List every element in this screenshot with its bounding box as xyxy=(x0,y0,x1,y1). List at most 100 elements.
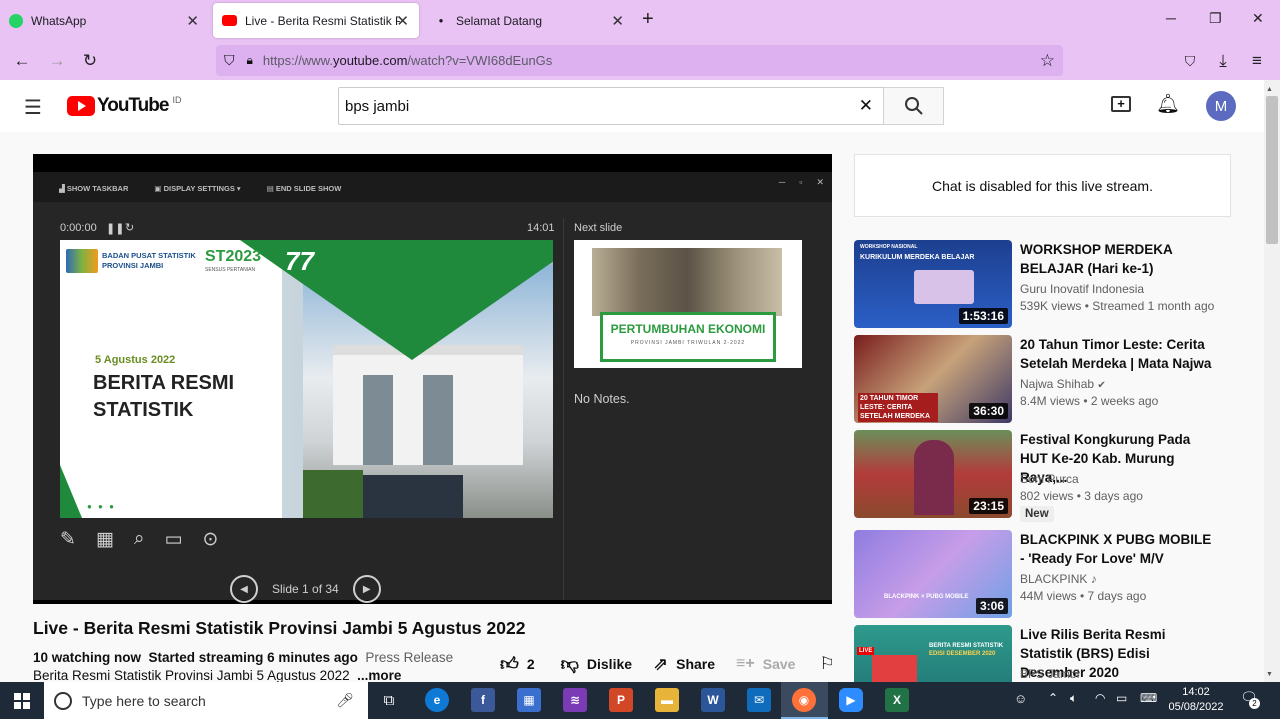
video-tag[interactable]: Press Release xyxy=(365,650,453,665)
recommended-video[interactable]: LIVE BERITA RESMI STATISTIK EDISI DESEMB… xyxy=(854,625,1254,682)
scroll-up-icon[interactable]: ▲ xyxy=(1266,86,1273,93)
channel-name[interactable]: BPS Jambi xyxy=(1020,667,1079,681)
microphone-icon[interactable]: 🎤︎ xyxy=(336,692,354,709)
powerpoint-icon[interactable]: P xyxy=(609,688,633,712)
close-tab-icon[interactable]: ✕ xyxy=(611,12,624,30)
scrollbar-thumb[interactable] xyxy=(1266,96,1278,244)
share-button[interactable]: ⇗ Share xyxy=(653,654,715,675)
duration-badge: 36:30 xyxy=(969,403,1008,419)
download-icon[interactable]: ⤓ xyxy=(1211,49,1235,73)
window-close-icon[interactable]: ✕ xyxy=(1252,10,1264,27)
bookmark-star-icon[interactable]: ☆ xyxy=(1040,51,1055,71)
tray-chevron-icon[interactable]: ⌃ xyxy=(1048,691,1058,705)
notifications-bell-icon[interactable]: 🔔︎ xyxy=(1156,92,1180,116)
channel-name[interactable]: Guru Inovatif Indonesia xyxy=(1020,282,1144,296)
video-player[interactable]: ▟ SHOW TASKBAR ▣ DISPLAY SETTINGS ▾ ▤ EN… xyxy=(33,154,832,604)
tab-youtube[interactable]: Live - Berita Resmi Statistik Pro ✕ xyxy=(213,3,419,38)
file-explorer-icon[interactable]: ▬ xyxy=(655,688,679,712)
search-button[interactable] xyxy=(883,87,944,125)
recommended-video[interactable]: 20 TAHUN TIMOR LESTE: CERITA SETELAH MER… xyxy=(854,335,1254,425)
video-thumbnail: LIVE BERITA RESMI STATISTIK EDISI DESEMB… xyxy=(854,625,1012,682)
clear-search-icon[interactable]: ✕ xyxy=(859,96,873,116)
music-note-icon: ♪ xyxy=(1090,572,1097,586)
close-tab-icon[interactable]: ✕ xyxy=(186,12,199,30)
recommended-video[interactable]: BLACKPINK × PUBG MOBILE 3:06 BLACKPINK X… xyxy=(854,530,1254,620)
tab-whatsapp[interactable]: WhatsApp ✕ xyxy=(0,3,209,38)
taskbar-search[interactable]: Type here to search 🎤︎ xyxy=(44,682,368,719)
reload-icon[interactable]: ↻ xyxy=(78,49,102,73)
zoom-app-icon[interactable]: ▶ xyxy=(839,688,863,712)
forward-icon[interactable]: → xyxy=(45,49,69,73)
pen-icon[interactable]: ✎ xyxy=(60,528,76,551)
tab-selamat-datang[interactable]: ● Selamat Datang ✕ xyxy=(425,3,634,38)
facebook-icon[interactable]: f xyxy=(471,688,495,712)
report-flag-icon[interactable]: ⚐ xyxy=(819,654,834,674)
hamburger-menu-icon[interactable]: ☰ xyxy=(24,95,42,120)
mail-icon[interactable]: ✉ xyxy=(747,688,771,712)
thumbs-down-icon: 👎︎ xyxy=(560,654,579,674)
battery-icon[interactable]: ▭ xyxy=(1116,691,1127,705)
restore-icon[interactable]: ❐ xyxy=(1209,10,1222,27)
firefox-taskbar-active[interactable]: ◉ xyxy=(781,682,828,719)
scroll-down-icon[interactable]: ▼ xyxy=(1266,671,1273,678)
people-icon[interactable]: ☺ xyxy=(1014,691,1027,706)
dislike-button[interactable]: 👎︎ Dislike xyxy=(561,653,632,675)
store-icon[interactable]: ▦ xyxy=(517,688,541,712)
previous-slide-icon[interactable]: ◀ xyxy=(230,575,258,603)
new-tab-icon[interactable]: + xyxy=(642,8,654,31)
channel-name[interactable]: Soni Purca xyxy=(1020,472,1079,486)
save-button[interactable]: ≡+ Save xyxy=(736,655,795,673)
bps-logo xyxy=(66,249,98,273)
keyboard-icon[interactable]: ⌨ xyxy=(1140,691,1157,705)
channel-name[interactable]: Najwa Shihab ✔ xyxy=(1020,377,1106,391)
network-icon[interactable]: ◠ xyxy=(1095,691,1105,705)
zoom-icon[interactable]: ⌕ xyxy=(134,528,145,551)
add-to-playlist-icon: ≡+ xyxy=(736,655,755,672)
share-icon: ⇗ xyxy=(653,653,669,674)
menu-icon[interactable]: ≡ xyxy=(1245,49,1269,73)
pp-restore-icon[interactable]: ▫ xyxy=(799,177,802,188)
minimize-icon[interactable]: ─ xyxy=(1166,10,1176,26)
search-input[interactable]: bps jambi ✕ xyxy=(338,87,884,125)
create-video-icon[interactable]: + xyxy=(1111,96,1131,112)
app-icon[interactable]: ≋ xyxy=(563,688,587,712)
pocket-icon[interactable]: ⛉ xyxy=(1178,49,1202,73)
like-button[interactable]: 👍︎ 2 xyxy=(500,653,535,675)
more-options-icon[interactable]: ⊙ xyxy=(202,528,218,551)
url-bar[interactable]: ⛉ 🔒︎ https://www. youtube.com/watch?v=VWI… xyxy=(216,45,1063,76)
pp-close-icon[interactable]: ✕ xyxy=(816,177,824,188)
see-all-slides-icon[interactable]: ▦ xyxy=(96,528,114,551)
more-link[interactable]: ...more xyxy=(357,668,401,682)
recommended-video[interactable]: WORKSHOP NASIONAL KURIKULUM MERDEKA BELA… xyxy=(854,240,1254,330)
page-scrollbar[interactable]: ▲ ▼ xyxy=(1264,80,1280,682)
display-settings-button[interactable]: ▣ DISPLAY SETTINGS ▾ xyxy=(154,184,240,193)
pp-minimize-icon[interactable]: ─ xyxy=(779,177,785,188)
volume-icon[interactable]: 🔈︎ xyxy=(1070,691,1077,706)
thumb-sub-text: EDISI DESEMBER 2020 xyxy=(929,651,996,657)
windows-start-icon[interactable] xyxy=(14,693,30,709)
close-tab-icon[interactable]: ✕ xyxy=(396,12,409,30)
video-title: BLACKPINK X PUBG MOBILE - 'Ready For Lov… xyxy=(1020,532,1212,566)
show-taskbar-button[interactable]: ▟ SHOW TASKBAR xyxy=(59,184,128,193)
edge-icon[interactable]: e xyxy=(425,688,449,712)
youtube-logo[interactable]: YouTube ID xyxy=(67,95,181,117)
tab-label: Selamat Datang xyxy=(456,13,543,28)
clock: 14:01 xyxy=(527,222,555,234)
task-view-icon[interactable]: ⧉ xyxy=(377,688,401,712)
avatar[interactable]: M xyxy=(1206,91,1236,121)
clock-area[interactable]: 14:02 05/08/2022 xyxy=(1160,685,1232,715)
reset-timer-icon[interactable]: ↻ xyxy=(125,221,134,234)
channel-name[interactable]: BLACKPINK ♪ xyxy=(1020,572,1097,586)
notification-center-icon[interactable]: 🗨︎ 2 xyxy=(1240,689,1260,709)
back-icon[interactable]: ← xyxy=(10,49,34,73)
end-slide-show-button[interactable]: ▤ END SLIDE SHOW xyxy=(267,184,342,193)
video-stats: 539K views • Streamed 1 month ago xyxy=(1020,299,1215,313)
pause-icon[interactable]: ❚❚ xyxy=(106,222,124,235)
taskbar-icon: ▟ xyxy=(59,184,67,193)
dot-icon: ● xyxy=(438,16,444,25)
next-slide-icon[interactable]: ▶ xyxy=(352,575,381,603)
screen-icon[interactable]: ▭ xyxy=(165,528,183,551)
excel-icon[interactable]: X xyxy=(885,688,909,712)
recommended-video[interactable]: 23:15 Festival Kongkurung Pada HUT Ke-20… xyxy=(854,430,1254,522)
word-icon[interactable]: W xyxy=(701,688,725,712)
